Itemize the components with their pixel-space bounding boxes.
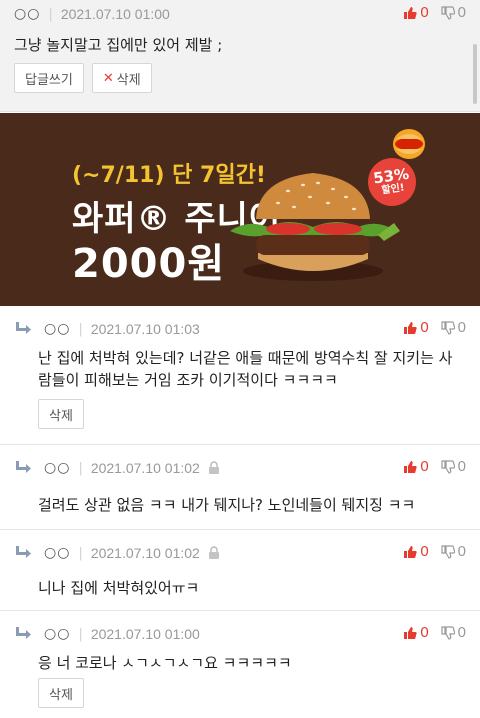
upvote-count: 0 [420, 4, 429, 21]
vote-area: 0 0 [403, 4, 466, 21]
reply-comment: ○○ | 2021.07.10 01:03 0 0 난 집에 처박혀 있는데? … [0, 307, 480, 445]
upvote-button[interactable]: 0 [403, 458, 429, 475]
thumbs-up-icon [404, 545, 417, 558]
comment-meta: ○○ | 2021.07.10 01:00 [14, 4, 170, 24]
ad-price: 2000원 [72, 241, 226, 287]
comment-actions: 답글쓰기 ✕ 삭제 [14, 63, 152, 93]
thumbs-down-icon [441, 625, 455, 640]
comment-date: 2021.07.10 01:00 [60, 6, 170, 22]
comment-date: 2021.07.10 01:02 [90, 460, 200, 476]
upvote-count: 0 [420, 319, 429, 336]
downvote-count: 0 [457, 458, 466, 475]
lock-icon [208, 461, 219, 474]
ad-banner[interactable]: (~7/11) 단 7일간! 와퍼® 주니어 2000원 53% 할인! [0, 113, 480, 306]
downvote-button[interactable]: 0 [441, 4, 466, 21]
delete-button[interactable]: 삭제 [38, 399, 84, 429]
vote-area: 0 0 [403, 458, 466, 475]
comment-text: 그냥 놀지말고 집에만 있어 제발 ; [14, 36, 223, 54]
upvote-button[interactable]: 0 [403, 543, 429, 560]
meta-divider: | [78, 460, 83, 476]
thumbs-down-icon [441, 544, 455, 559]
meta-divider: | [78, 545, 83, 561]
vote-area: 0 0 [403, 624, 466, 641]
reply-arrow-icon [16, 627, 31, 639]
comment-meta: ○○ | 2021.07.10 01:03 [14, 319, 200, 339]
downvote-count: 0 [457, 543, 466, 560]
downvote-count: 0 [457, 4, 466, 21]
burger-king-logo [393, 129, 425, 159]
thumbs-down-icon [441, 320, 455, 335]
upvote-count: 0 [420, 458, 429, 475]
upvote-button[interactable]: 0 [403, 4, 429, 21]
comment-author: ○○ [44, 321, 71, 337]
comment-author: ○○ [44, 545, 71, 561]
scrollbar[interactable] [473, 44, 477, 104]
comment-meta: ○○ | 2021.07.10 01:02 [14, 543, 220, 563]
comment-author: ○○ [44, 460, 71, 476]
meta-divider: | [78, 321, 83, 337]
comment-meta: ○○ | 2021.07.10 01:00 [14, 624, 200, 644]
comment-date: 2021.07.10 01:03 [90, 321, 200, 337]
thumbs-up-icon [404, 626, 417, 639]
reply-comment: ○○ | 2021.07.10 01:02 0 0 니나 집에 처박혀있어ㅠㅋ [0, 531, 480, 611]
close-icon: ✕ [102, 70, 114, 86]
upvote-button[interactable]: 0 [403, 624, 429, 641]
reply-arrow-icon [16, 546, 31, 558]
comment-actions: 삭제 [38, 678, 84, 708]
thumbs-down-icon [441, 459, 455, 474]
comment-date: 2021.07.10 01:00 [90, 626, 200, 642]
reply-comment: ○○ | 2021.07.10 01:00 0 0 응 너 코로나 ㅅㄱㅅㄱㅅㄱ… [0, 612, 480, 718]
upvote-button[interactable]: 0 [403, 319, 429, 336]
reply-arrow-icon [16, 461, 31, 473]
downvote-button[interactable]: 0 [441, 319, 466, 336]
meta-divider: | [78, 626, 83, 642]
comment-actions: 삭제 [38, 399, 84, 429]
downvote-button[interactable]: 0 [441, 543, 466, 560]
comment-date: 2021.07.10 01:02 [90, 545, 200, 561]
comment-author: ○○ [44, 626, 71, 642]
comment-text: 난 집에 처박혀 있는데? 너같은 애들 때문에 방역수칙 잘 지키는 사람들이… [38, 349, 453, 389]
reply-comment: ○○ | 2021.07.10 01:02 0 0 걸려도 상관 없음 ㅋㅋ 내… [0, 446, 480, 530]
discount-label: 할인! [380, 182, 406, 197]
lock-icon [208, 546, 219, 559]
comment-text: 걸려도 상관 없음 ㅋㅋ 내가 뒈지나? 노인네들이 뒈지징 ㅋㅋ [38, 496, 416, 514]
vote-area: 0 0 [403, 543, 466, 560]
downvote-count: 0 [457, 319, 466, 336]
thumbs-up-icon [404, 6, 417, 19]
reply-arrow-icon [16, 322, 31, 334]
upvote-count: 0 [420, 543, 429, 560]
downvote-button[interactable]: 0 [441, 624, 466, 641]
meta-divider: | [48, 6, 53, 22]
comment-text: 니나 집에 처박혀있어ㅠㅋ [38, 579, 200, 597]
delete-button[interactable]: ✕ 삭제 [91, 63, 152, 93]
thumbs-up-icon [404, 460, 417, 473]
delete-label: 삭제 [116, 72, 141, 88]
comment-meta: ○○ | 2021.07.10 01:02 [14, 458, 220, 478]
thumbs-up-icon [404, 321, 417, 334]
reply-button[interactable]: 답글쓰기 [14, 63, 84, 93]
vote-area: 0 0 [403, 319, 466, 336]
comment-author: ○○ [14, 6, 41, 22]
upvote-count: 0 [420, 624, 429, 641]
thumbs-down-icon [441, 5, 455, 20]
downvote-button[interactable]: 0 [441, 458, 466, 475]
delete-button[interactable]: 삭제 [38, 678, 84, 708]
comment-text: 응 너 코로나 ㅅㄱㅅㄱㅅㄱ요 ㅋㅋㅋㅋㅋ [38, 654, 292, 672]
downvote-count: 0 [457, 624, 466, 641]
top-comment: ○○ | 2021.07.10 01:00 0 0 그냥 놀지말고 집에만 있어… [0, 0, 480, 112]
